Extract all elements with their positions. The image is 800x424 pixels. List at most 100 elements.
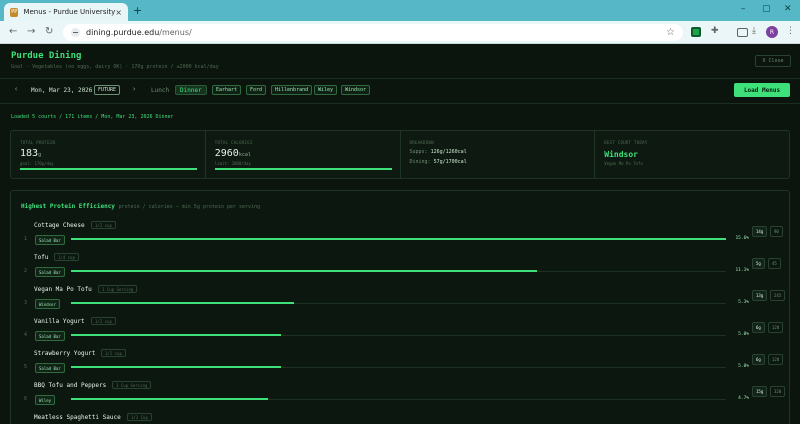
- protein-badge: 14g: [752, 226, 768, 237]
- stat-label: TOTAL CALORIES: [214, 140, 253, 145]
- minimize-icon[interactable]: –: [741, 4, 746, 14]
- window-close-icon[interactable]: ✕: [784, 4, 792, 14]
- efficiency-bar: [71, 366, 281, 368]
- court-tag: Windsor: [35, 299, 60, 309]
- stats-summary: TOTAL PROTEIN 183g goal: 170g/day TOTAL …: [10, 130, 790, 179]
- browser-tab[interactable]: PP Menus - Purdue University ×: [4, 3, 128, 21]
- extension-icon[interactable]: [691, 27, 701, 37]
- app-root: Purdue Dining Goal · Vegetables (no eggs…: [0, 44, 800, 424]
- site-info-icon[interactable]: [71, 28, 80, 37]
- best-court-name: Windsor: [604, 150, 638, 159]
- efficiency-track: [71, 238, 726, 240]
- divider: [0, 78, 800, 79]
- item-rank: 4: [24, 332, 28, 338]
- serving-size-tag: 1/2 cup: [91, 221, 116, 229]
- forward-icon[interactable]: →: [27, 26, 35, 37]
- efficiency-percent: 11.1%: [735, 268, 749, 273]
- serving-size-tag: 1 Cup Serving: [112, 381, 152, 389]
- efficiency-track: [71, 334, 726, 336]
- efficiency-percent: 5.0%: [738, 332, 749, 337]
- court-tag: Salad Bar: [35, 331, 65, 341]
- stat-best-court: BEST COURT TODAY Windsor Vegan Ma Po Tof…: [595, 131, 789, 178]
- serving-size-tag: 1/4 cup: [54, 253, 79, 261]
- calories-badge: 320: [770, 386, 786, 397]
- close-button[interactable]: X Close: [755, 55, 791, 67]
- browser-menu-icon[interactable]: ⋮: [786, 26, 795, 36]
- list-item[interactable]: 2 Tofu 1/4 cup Salad Bar 11.1% 5g 45: [11, 251, 789, 283]
- court-chip-wiley[interactable]: Wiley: [314, 85, 338, 95]
- extensions-puzzle-icon[interactable]: ✚: [711, 26, 721, 36]
- item-name: Vanilla Yogurt: [34, 318, 85, 325]
- efficiency-bar: [71, 334, 281, 336]
- list-item[interactable]: 3 Vegan Ma Po Tofu 1 Cup Serving Windsor 5.3…: [11, 283, 789, 315]
- protein-badge: 5g: [752, 258, 765, 269]
- maximize-icon[interactable]: ▢: [762, 4, 771, 14]
- calories-badge: 90: [770, 226, 783, 237]
- divider: [0, 103, 800, 104]
- controls-bar: ‹ Mon, Mar 23, 2026 FUTURE › Lunch Dinne…: [0, 80, 800, 102]
- efficiency-track: [71, 302, 726, 304]
- item-name: Vegan Ma Po Tofu: [34, 286, 92, 293]
- profile-avatar[interactable]: R: [766, 26, 778, 38]
- back-icon[interactable]: ←: [9, 26, 17, 37]
- list-item[interactable]: 1 Cottage Cheese 1/2 cup Salad Bar 15.6% 14g 9…: [11, 219, 789, 251]
- court-chip-windsor[interactable]: Windsor: [341, 85, 371, 95]
- serving-size-tag: 1 Cup Serving: [98, 285, 138, 293]
- efficiency-bar: [71, 398, 268, 400]
- prev-day-button[interactable]: ‹: [14, 85, 18, 93]
- download-icon[interactable]: ⤓: [752, 26, 762, 36]
- serving-size-tag: 1/2 cup: [91, 317, 116, 325]
- item-rank: 1: [24, 236, 28, 242]
- serving-size-tag: 1/2 cup: [101, 349, 126, 357]
- item-rank: 5: [24, 364, 28, 370]
- calories-badge: 245: [770, 290, 786, 301]
- efficiency-percent: 15.6%: [735, 236, 749, 241]
- bookmark-star-icon[interactable]: ☆: [666, 27, 675, 38]
- item-rank: 2: [24, 268, 28, 274]
- protein-efficiency-panel: Highest Protein Efficiency protein / cal…: [10, 190, 790, 424]
- list-item[interactable]: 6 BBQ Tofu and Peppers 1 Cup Serving Wiley 4…: [11, 379, 789, 411]
- stat-label: BREAKDOWN: [409, 140, 434, 145]
- new-tab-icon[interactable]: +: [133, 4, 142, 17]
- list-item[interactable]: 4 Vanilla Yogurt 1/2 cup Salad Bar 5.0% 6g 120: [11, 315, 789, 347]
- tab-title: Menus - Purdue University: [23, 8, 116, 16]
- item-rank: 3: [24, 300, 28, 306]
- load-menus-button[interactable]: Load Menus: [734, 83, 790, 97]
- meal-tab-lunch[interactable]: Lunch: [147, 85, 173, 95]
- breakdown-supps: Supps: 126g/1260cal: [409, 149, 467, 155]
- panel-title: Highest Protein Efficiency: [21, 203, 115, 210]
- future-badge: FUTURE: [94, 85, 121, 95]
- stat-total-calories: TOTAL CALORIES 2960kcal limit: 2000/day: [206, 131, 401, 178]
- court-tag: Salad Bar: [35, 363, 65, 373]
- item-name: Cottage Cheese: [34, 222, 85, 229]
- court-tag: Wiley: [35, 395, 56, 405]
- side-panel-icon[interactable]: [737, 28, 748, 37]
- next-day-button[interactable]: ›: [132, 85, 136, 93]
- panel-header: Highest Protein Efficiency protein / cal…: [21, 203, 260, 210]
- protein-progress-bar: [20, 168, 197, 170]
- tab-close-icon[interactable]: ×: [115, 8, 122, 17]
- efficiency-percent: 5.0%: [738, 364, 749, 369]
- purdue-favicon-icon: PP: [10, 7, 19, 17]
- efficiency-bar: [71, 238, 726, 240]
- address-bar: ← → ↻ dining.purdue.edu/menus/ ☆ ✚ ⤓ R ⋮: [0, 21, 800, 44]
- stat-label: BEST COURT TODAY: [604, 140, 648, 145]
- court-tag: Salad Bar: [35, 235, 65, 245]
- item-name: Tofu: [34, 254, 49, 261]
- url-text: dining.purdue.edu/menus/: [86, 28, 192, 37]
- court-chip-hillenbrand[interactable]: Hillenbrand: [271, 85, 313, 95]
- status-text: Loaded 5 courts / 171 items / Mon, Mar 2…: [11, 114, 174, 120]
- reload-icon[interactable]: ↻: [45, 26, 53, 37]
- url-input[interactable]: dining.purdue.edu/menus/ ☆: [63, 24, 683, 41]
- court-chip-ford[interactable]: Ford: [246, 85, 267, 95]
- efficiency-percent: 4.7%: [738, 396, 749, 401]
- list-item[interactable]: 5 Strawberry Yogurt 1/2 cup Salad Bar 5.0% 6g…: [11, 347, 789, 379]
- protein-badge: 13g: [752, 290, 768, 301]
- list-item[interactable]: 7Meatless Spaghetti Sauce1/2 Cup: [11, 411, 789, 424]
- stat-label: TOTAL PROTEIN: [20, 140, 56, 145]
- item-name: Strawberry Yogurt: [34, 350, 96, 357]
- efficiency-bar: [71, 270, 537, 272]
- court-chip-earhart[interactable]: Earhart: [212, 85, 242, 95]
- meal-tab-dinner[interactable]: Dinner: [175, 85, 207, 95]
- item-name: Meatless Spaghetti Sauce: [34, 414, 121, 421]
